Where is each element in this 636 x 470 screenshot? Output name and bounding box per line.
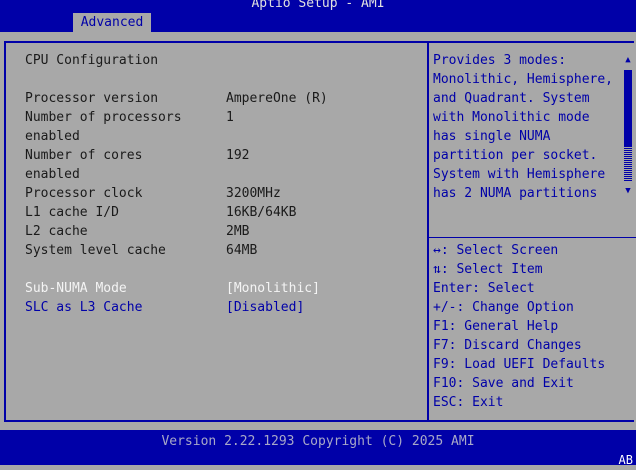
info-value: 1 xyxy=(226,110,234,125)
divider xyxy=(427,41,429,422)
header-bar: Aptio Setup - AMI Advanced xyxy=(0,0,636,32)
slc-l3-cache-option[interactable]: SLC as L3 Cache xyxy=(25,298,142,317)
key-legend: ↔: Select Screen ⇅: Select Item Enter: S… xyxy=(433,241,605,412)
info-label: System level cache xyxy=(25,243,166,258)
help-line: has single NUMA xyxy=(433,129,551,144)
help-text: Provides 3 modes: Monolithic, Hemisphere… xyxy=(433,51,613,203)
help-line: System with Hemisphere xyxy=(433,167,606,182)
section-title: CPU Configuration xyxy=(25,53,159,68)
help-line: Monolithic, Hemisphere, xyxy=(433,72,614,87)
info-label: Processor clock xyxy=(25,186,143,201)
help-line: has 2 NUMA partitions xyxy=(433,186,598,201)
help-line: with Monolithic mode xyxy=(433,110,590,125)
info-value: 3200MHz xyxy=(226,186,281,201)
sub-numa-mode-value[interactable]: [Monolithic] xyxy=(226,279,320,298)
scroll-up-icon[interactable]: ▲ xyxy=(624,55,632,65)
divider xyxy=(429,237,636,238)
key-hint: ⇅: Select Item xyxy=(433,262,543,277)
help-line: Provides 3 modes: xyxy=(433,53,567,68)
key-hint: Enter: Select xyxy=(433,281,535,296)
sub-numa-mode-option[interactable]: Sub-NUMA Mode xyxy=(25,279,127,298)
key-hint: F7: Discard Changes xyxy=(433,338,582,353)
status-indicator: AB xyxy=(618,453,633,467)
info-value: 64MB xyxy=(226,243,258,258)
info-value: 192 xyxy=(226,148,250,163)
key-hint: ESC: Exit xyxy=(433,395,504,410)
info-label: Number of processors enabled xyxy=(25,110,182,144)
info-value: AmpereOne (R) xyxy=(226,91,328,106)
info-label: Processor version xyxy=(25,91,159,106)
key-hint: ↔: Select Screen xyxy=(433,243,559,258)
scroll-down-icon[interactable]: ▼ xyxy=(624,186,632,196)
scrollbar-track[interactable] xyxy=(624,146,632,182)
info-value: 2MB xyxy=(226,224,250,239)
info-value: 16KB/64KB xyxy=(226,205,297,220)
info-label: L2 cache xyxy=(25,224,88,239)
tab-advanced[interactable]: Advanced xyxy=(73,13,151,32)
slc-l3-cache-value[interactable]: [Disabled] xyxy=(226,298,304,317)
footer-bar: Version 2.22.1293 Copyright (C) 2025 AMI… xyxy=(0,430,636,467)
key-hint: F9: Load UEFI Defaults xyxy=(433,357,606,372)
info-label: L1 cache I/D xyxy=(25,205,119,220)
help-line: and Quadrant. System xyxy=(433,91,590,106)
scrollbar-thumb[interactable] xyxy=(624,70,632,146)
help-line: partition per socket. xyxy=(433,148,598,163)
key-hint: +/-: Change Option xyxy=(433,300,574,315)
info-label: Number of cores enabled xyxy=(25,148,143,182)
key-hint: F1: General Help xyxy=(433,319,559,334)
key-hint: F10: Save and Exit xyxy=(433,376,574,391)
version-text: Version 2.22.1293 Copyright (C) 2025 AMI xyxy=(161,434,475,449)
app-title: Aptio Setup - AMI xyxy=(251,0,385,11)
